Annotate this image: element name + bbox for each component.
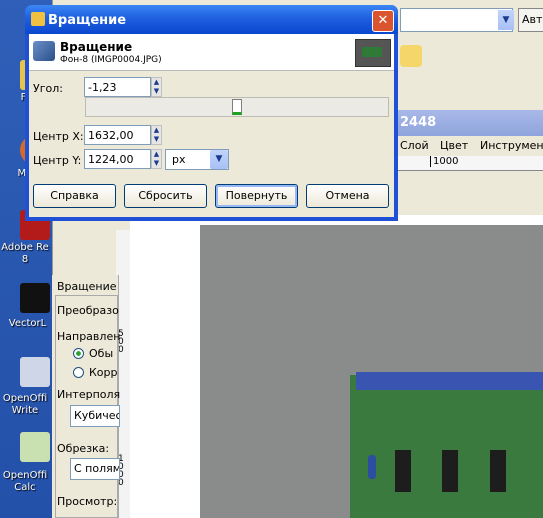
direction-label: Направлен bbox=[57, 330, 121, 343]
vector-icon[interactable] bbox=[20, 283, 50, 313]
desktop-icon-label-4: VectorL bbox=[8, 318, 47, 329]
chevron-down-icon[interactable]: ▼ bbox=[210, 150, 228, 169]
image-thumbnail bbox=[355, 39, 391, 67]
center-x-input[interactable]: 1632,00 bbox=[84, 125, 151, 145]
auto-button[interactable]: Авт bbox=[518, 8, 543, 32]
gimp-icon bbox=[31, 12, 45, 26]
desktop-icon-label-6: OpenOffi Calc bbox=[2, 470, 48, 493]
transform-label: Преобразо bbox=[57, 304, 119, 317]
image-window-titlebar: 2448 bbox=[396, 110, 543, 136]
center-y-input[interactable]: 1224,00 bbox=[84, 149, 151, 169]
angle-slider-handle[interactable] bbox=[232, 99, 242, 115]
thumbnail-board bbox=[362, 47, 382, 57]
radio-normal[interactable] bbox=[73, 348, 84, 359]
menu-color[interactable]: Цвет bbox=[440, 139, 468, 152]
preview-label: Просмотр: bbox=[57, 495, 118, 508]
desktop-icon-label-3: Adobe Re 8 bbox=[1, 242, 49, 265]
clipping-label: Обрезка: bbox=[57, 442, 110, 455]
chip bbox=[490, 450, 506, 492]
capacitor bbox=[368, 455, 376, 479]
ruler-tick: 1000 bbox=[430, 156, 458, 167]
menu-layer[interactable]: Слой bbox=[400, 139, 429, 152]
zoom-combo[interactable]: -4 bbox=[400, 8, 513, 32]
center-x-spin-arrows[interactable]: ▲ ▼ bbox=[151, 125, 162, 145]
clipping-select[interactable]: С полям bbox=[70, 458, 120, 480]
openoffice-calc-icon[interactable] bbox=[20, 432, 50, 462]
cancel-button[interactable]: Отмена bbox=[306, 184, 389, 208]
reset-button[interactable]: Сбросить bbox=[124, 184, 207, 208]
dock-title: Вращение bbox=[57, 280, 117, 293]
menu-tools[interactable]: Инструменты bbox=[480, 139, 543, 152]
chevron-down-icon[interactable]: ▼ bbox=[498, 10, 514, 30]
openoffice-writer-icon[interactable] bbox=[20, 357, 50, 387]
desktop-icon-label-5: OpenOffi Write bbox=[2, 393, 48, 416]
paint-icon[interactable] bbox=[400, 45, 422, 67]
center-y-label: Центр Y: bbox=[33, 154, 82, 167]
center-y-spin-arrows[interactable]: ▲ ▼ bbox=[151, 149, 162, 169]
chip bbox=[395, 450, 411, 492]
horizontal-ruler: 1000 bbox=[396, 156, 543, 171]
dialog-title: Вращение bbox=[48, 13, 127, 28]
angle-input[interactable]: -1,23 bbox=[84, 77, 151, 97]
board-connector bbox=[356, 372, 543, 390]
close-icon: ✕ bbox=[377, 13, 389, 28]
help-button[interactable]: Справка bbox=[33, 184, 116, 208]
circuit-board bbox=[350, 375, 543, 518]
angle-spin-arrows[interactable]: ▲ ▼ bbox=[151, 77, 162, 97]
chip bbox=[442, 450, 458, 492]
interpolation-select[interactable]: Кубичес bbox=[70, 405, 120, 427]
radio-corrective-label: Корр bbox=[89, 366, 118, 379]
rotate-icon bbox=[33, 41, 55, 61]
center-x-label: Центр X: bbox=[33, 130, 84, 143]
header-title: Вращение bbox=[60, 40, 133, 54]
radio-normal-label: Обы bbox=[89, 347, 114, 360]
angle-label: Угол: bbox=[33, 82, 63, 95]
close-button[interactable]: ✕ bbox=[372, 10, 394, 32]
unit-value: px bbox=[172, 153, 186, 166]
interpolation-label: Интерполя bbox=[57, 388, 121, 401]
header-subtitle: Фон-8 (IMGP0004.JPG) bbox=[60, 55, 162, 65]
image-title: 2448 bbox=[400, 115, 437, 130]
rotate-button[interactable]: Повернуть bbox=[215, 184, 298, 208]
radio-corrective[interactable] bbox=[73, 367, 84, 378]
